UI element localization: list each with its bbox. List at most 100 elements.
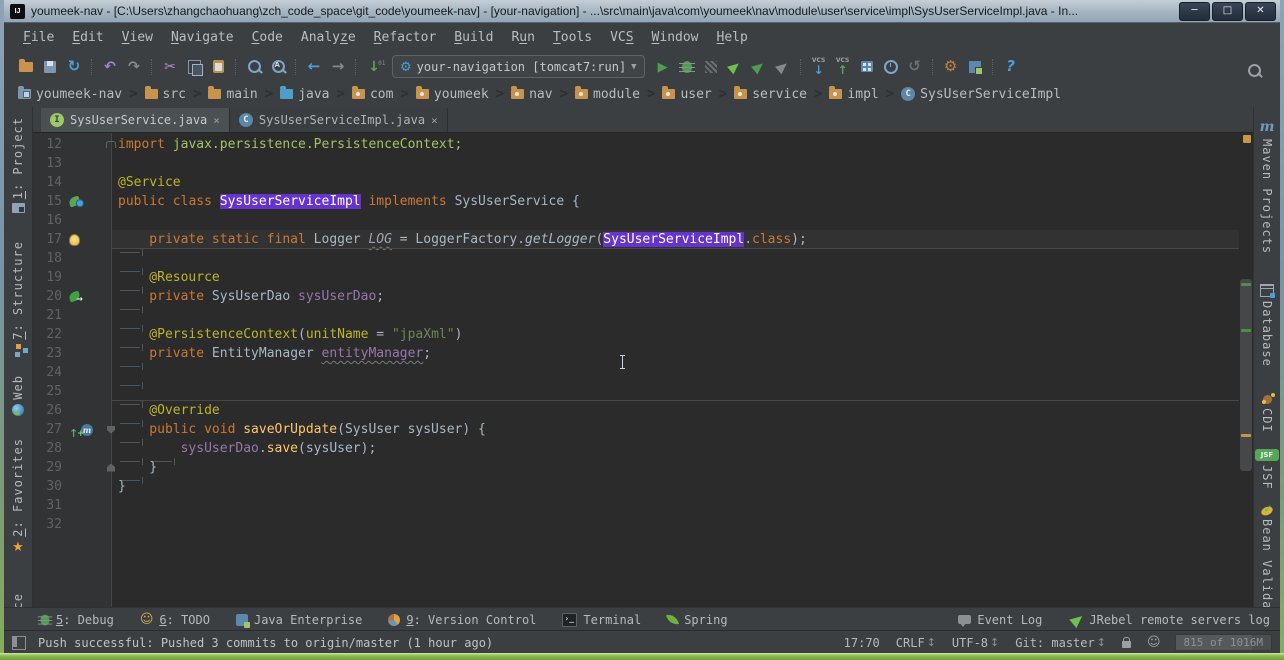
paste-icon[interactable] [206, 56, 230, 78]
tool-window-button-web[interactable]: Web [11, 375, 25, 416]
back-icon[interactable] [302, 56, 326, 78]
breadcrumb-item-module[interactable]: module [575, 87, 640, 102]
menu-file[interactable]: File [14, 27, 63, 48]
breadcrumb-item-com[interactable]: com [352, 87, 393, 102]
line-number[interactable]: 31 [33, 496, 67, 515]
line-number[interactable]: 16 [33, 211, 67, 230]
tool-window-button-jsf[interactable]: JSF [1255, 449, 1279, 490]
run-icon[interactable] [651, 56, 675, 78]
project-structure-icon[interactable] [963, 56, 987, 78]
menu-run[interactable]: Run [502, 27, 543, 48]
jm-gutter-icon[interactable] [81, 424, 93, 436]
menu-vcs[interactable]: VCS [601, 27, 642, 48]
compile-icon[interactable] [362, 56, 386, 78]
line-number[interactable]: 12 [33, 135, 67, 154]
jrebel-run-icon[interactable] [723, 56, 747, 78]
breadcrumb-item-main[interactable]: main [208, 87, 257, 102]
line-number[interactable]: 26 [33, 401, 67, 420]
menu-code[interactable]: Code [243, 27, 292, 48]
help-icon[interactable] [999, 56, 1023, 78]
menu-build[interactable]: Build [445, 27, 502, 48]
changes-icon[interactable] [855, 56, 879, 78]
highlighting-level-icon[interactable]: ☺ [1147, 635, 1161, 650]
line-number[interactable]: 25 [33, 382, 67, 401]
breadcrumb-item-java[interactable]: java [280, 87, 329, 102]
line-number[interactable]: 27 [33, 420, 67, 439]
debug-icon[interactable] [675, 56, 699, 78]
breadcrumb-item-service[interactable]: service [734, 87, 807, 102]
tool-window-button-maven-projects[interactable]: Maven Projects [1260, 119, 1275, 254]
scrollbar-thumb[interactable] [1240, 279, 1252, 471]
memory-indicator[interactable]: 815 of 1016M [1175, 634, 1272, 651]
vcs-commit-icon[interactable] [831, 56, 855, 78]
attach-icon[interactable] [771, 56, 795, 78]
line-number[interactable]: 20 [33, 287, 67, 306]
line-number[interactable]: 28 [33, 439, 67, 458]
open-folder-icon[interactable] [14, 56, 38, 78]
breadcrumb-item-nav[interactable]: nav [511, 87, 552, 102]
breadcrumb-item-sysuserserviceimpl[interactable]: SysUserServiceImpl [901, 87, 1061, 102]
line-number[interactable]: 22 [33, 325, 67, 344]
breadcrumb-item-user[interactable]: user [662, 87, 711, 102]
title-bar[interactable]: IJ youmeek-nav - [C:\Users\zhangchaohuan… [0, 0, 1284, 23]
encoding-widget[interactable]: UTF-8↕ [952, 636, 999, 650]
copy-icon[interactable] [182, 56, 206, 78]
search-everywhere-icon[interactable] [1242, 59, 1266, 81]
sync-icon[interactable] [62, 56, 86, 78]
tool-window-button-cdi[interactable]: CDI [1260, 395, 1274, 433]
error-stripe-mark[interactable] [1243, 135, 1251, 143]
line-number[interactable]: 29 [33, 458, 67, 477]
menu-window[interactable]: Window [643, 27, 708, 48]
tool-window-button-2-favorites[interactable]: 2: Favorites [11, 438, 25, 556]
line-number[interactable]: 17 [33, 230, 67, 249]
local-history-icon[interactable] [879, 56, 903, 78]
line-separator-widget[interactable]: CRLF↕ [896, 636, 936, 650]
tab-sysuserservice.java[interactable]: SysUserService.java× [41, 108, 230, 132]
line-number[interactable]: 30 [33, 477, 67, 496]
line-number[interactable]: 21 [33, 306, 67, 325]
menu-refactor[interactable]: Refactor [365, 27, 446, 48]
line-number[interactable]: 24 [33, 363, 67, 382]
coverage-icon[interactable] [699, 56, 723, 78]
vcs-update-icon[interactable] [807, 56, 831, 78]
settings-icon[interactable] [939, 56, 963, 78]
menu-navigate[interactable]: Navigate [162, 27, 243, 48]
caret-position-widget[interactable]: 17:70 [844, 636, 880, 650]
tool-window-toggle-icon[interactable] [12, 636, 26, 650]
menu-edit[interactable]: Edit [63, 27, 112, 48]
menu-analyze[interactable]: Analyze [292, 27, 365, 48]
readonly-lock-icon[interactable] [1122, 637, 1131, 648]
close-icon[interactable]: × [213, 114, 220, 127]
tool-window-button-event-log[interactable]: Event Log [958, 613, 1042, 627]
tool-window-button-terminal[interactable]: Terminal [562, 613, 641, 627]
error-stripe-mark[interactable] [1241, 434, 1251, 437]
breadcrumb-item-youmeek-nav[interactable]: youmeek-nav [18, 87, 122, 102]
line-number[interactable]: 14 [33, 173, 67, 192]
line-number[interactable]: 18 [33, 249, 67, 268]
line-number[interactable]: 15 [33, 192, 67, 211]
save-icon[interactable] [38, 56, 62, 78]
error-stripe-mark[interactable] [1241, 329, 1251, 332]
forward-icon[interactable] [326, 56, 350, 78]
rollback-icon[interactable] [903, 56, 927, 78]
menu-tools[interactable]: Tools [544, 27, 601, 48]
tool-window-button-jrebel-remote-servers-log[interactable]: JRebel remote servers log [1072, 613, 1270, 627]
tab-sysuserserviceimpl.java[interactable]: SysUserServiceImpl.java× [230, 108, 448, 132]
run-configuration-select[interactable]: your-navigation [tomcat7:run]▼ [392, 55, 645, 78]
breadcrumb-item-youmeek[interactable]: youmeek [416, 87, 489, 102]
tool-window-button-6-todo[interactable]: 6: TODO [140, 612, 210, 627]
autowired-gutter-icon[interactable] [68, 290, 81, 302]
line-number[interactable]: 13 [33, 154, 67, 173]
breadcrumb-item-src[interactable]: src [145, 87, 186, 102]
tool-window-button-9-version-control[interactable]: 9: Version Control [388, 613, 536, 627]
minimize-button[interactable]: ─ [1179, 2, 1210, 21]
menu-view[interactable]: View [113, 27, 162, 48]
tool-window-button-7-structure[interactable]: 7: Structure [11, 241, 25, 349]
tool-window-button-5-debug[interactable]: 5: Debug [40, 613, 114, 627]
close-button[interactable]: ✕ [1245, 2, 1276, 21]
jrebel-debug-icon[interactable] [747, 56, 771, 78]
tool-window-button-spring[interactable]: Spring [667, 613, 727, 627]
git-branch-widget[interactable]: Git: master↕ [1015, 636, 1106, 650]
tool-window-button-java-enterprise[interactable]: Java Enterprise [236, 613, 362, 627]
find-icon[interactable] [242, 56, 266, 78]
